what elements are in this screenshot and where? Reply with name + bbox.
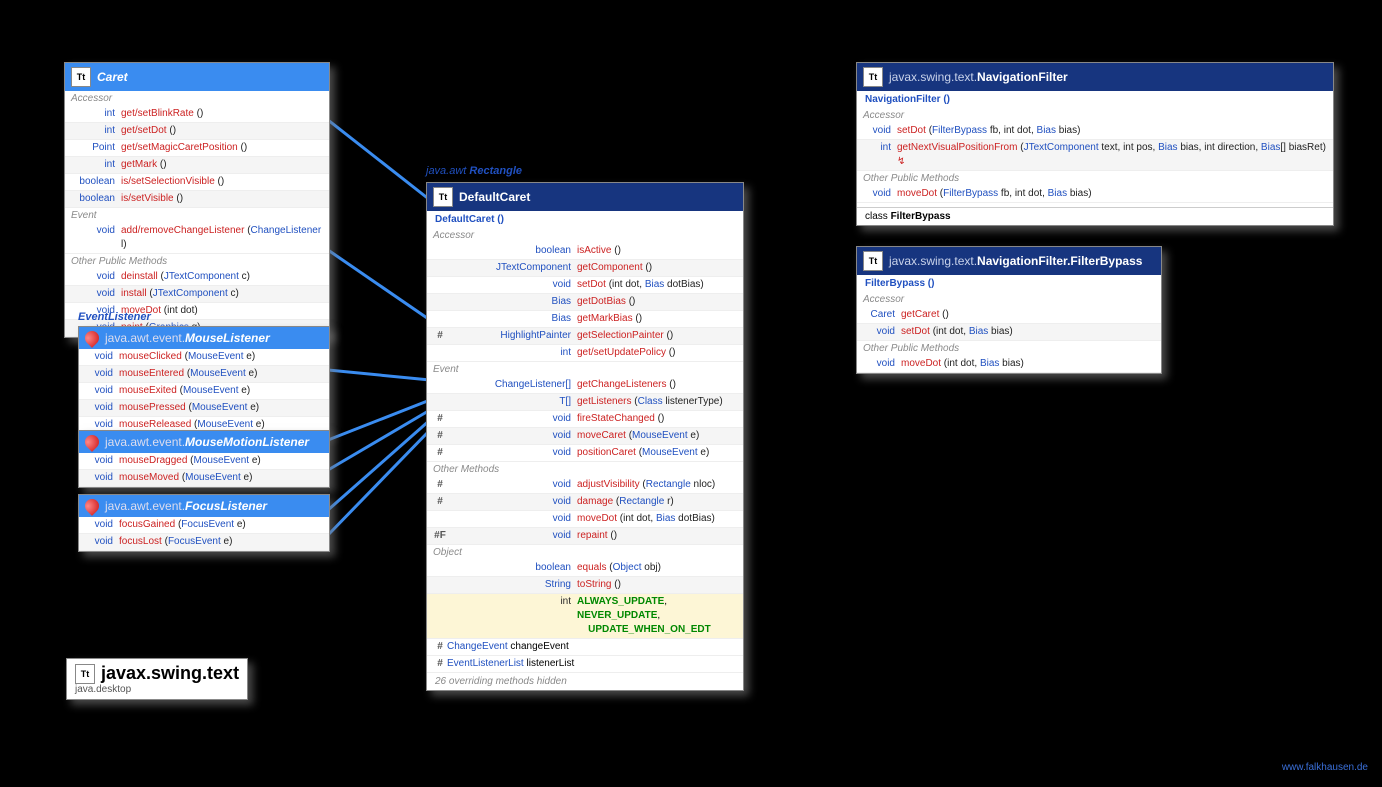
- method-row: #voidadjustVisibility (Rectangle nloc): [427, 477, 743, 494]
- method-row: booleanequals (Object obj): [427, 560, 743, 577]
- hidden-methods-note: 26 overriding methods hidden: [427, 673, 743, 690]
- method-row: voidadd/removeChangeListener (ChangeList…: [65, 223, 329, 254]
- mouselistener-box: java.awt.event.MouseListener voidmouseCl…: [78, 326, 330, 435]
- filterbypass-box: Tt javax.swing.text.NavigationFilter.Fil…: [856, 246, 1162, 374]
- method-row: intgetMark (): [65, 157, 329, 174]
- section-other: Other Public Methods: [65, 254, 329, 269]
- caret-header: Tt Caret: [65, 63, 329, 91]
- footer-link[interactable]: www.falkhausen.de: [1282, 762, 1368, 773]
- defaultcaret-constructor: DefaultCaret (): [427, 211, 743, 228]
- method-row: voidinstall (JTextComponent c): [65, 286, 329, 303]
- eventlistener-label: EventListener: [78, 311, 151, 323]
- method-row: voidfocusLost (FocusEvent e): [79, 534, 329, 551]
- method-row: StringtoString (): [427, 577, 743, 594]
- filterbypass-constructor: FilterBypass (): [857, 275, 1161, 292]
- navfilter-constructor: NavigationFilter (): [857, 91, 1333, 108]
- tt-icon: Tt: [75, 664, 95, 684]
- caret-title: Caret: [97, 70, 128, 84]
- method-row: voidmouseClicked (MouseEvent e): [79, 349, 329, 366]
- pin-icon: [82, 328, 102, 348]
- package-box: Tt javax.swing.text java.desktop: [66, 658, 248, 700]
- method-row: voidmoveDot (int dot, Bias dotBias): [427, 511, 743, 528]
- tt-icon: Tt: [863, 67, 883, 87]
- focuslistener-box: java.awt.event.FocusListener voidfocusGa…: [78, 494, 330, 552]
- inner-class-line: class FilterBypass: [857, 207, 1333, 225]
- method-row: voidmouseMoved (MouseEvent e): [79, 470, 329, 487]
- section-accessor: Accessor: [65, 91, 329, 106]
- tt-icon: Tt: [863, 251, 883, 271]
- module-name: java.desktop: [75, 684, 239, 695]
- method-row: voidmoveDot (int dot, Bias bias): [857, 356, 1161, 373]
- method-row: #voiddamage (Rectangle r): [427, 494, 743, 511]
- navfilter-header: Tt javax.swing.text.NavigationFilter: [857, 63, 1333, 91]
- method-row: BiasgetMarkBias (): [427, 311, 743, 328]
- method-row: T[]getListeners (Class listenerType): [427, 394, 743, 411]
- method-row: ChangeListener[]getChangeListeners (): [427, 377, 743, 394]
- mousemotion-box: java.awt.event.MouseMotionListener voidm…: [78, 430, 330, 488]
- method-row: booleanis/setVisible (): [65, 191, 329, 208]
- tt-icon: Tt: [433, 187, 453, 207]
- method-row: voidsetDot (FilterBypass fb, int dot, Bi…: [857, 123, 1333, 140]
- method-row: voidmouseDragged (MouseEvent e): [79, 453, 329, 470]
- method-row: #voidfireStateChanged (): [427, 411, 743, 428]
- focus-header: java.awt.event.FocusListener: [79, 495, 329, 517]
- mousemotion-header: java.awt.event.MouseMotionListener: [79, 431, 329, 453]
- field-row: #EventListenerList listenerList: [427, 656, 743, 673]
- method-row: #Fvoidrepaint (): [427, 528, 743, 545]
- method-row: intgetNextVisualPositionFrom (JTextCompo…: [857, 140, 1333, 171]
- method-row: voiddeinstall (JTextComponent c): [65, 269, 329, 286]
- defaultcaret-header: Tt DefaultCaret: [427, 183, 743, 211]
- method-row: CaretgetCaret (): [857, 307, 1161, 324]
- method-row: voidsetDot (int dot, Bias dotBias): [427, 277, 743, 294]
- method-row: voidfocusGained (FocusEvent e): [79, 517, 329, 534]
- caret-class-box: Tt Caret Accessor intget/setBlinkRate ()…: [64, 62, 330, 338]
- method-row: voidmousePressed (MouseEvent e): [79, 400, 329, 417]
- defaultcaret-box: Tt DefaultCaret DefaultCaret () Accessor…: [426, 182, 744, 691]
- method-row: voidmouseEntered (MouseEvent e): [79, 366, 329, 383]
- method-row: BiasgetDotBias (): [427, 294, 743, 311]
- method-row: voidmouseExited (MouseEvent e): [79, 383, 329, 400]
- pin-icon: [82, 432, 102, 452]
- filterbypass-header: Tt javax.swing.text.NavigationFilter.Fil…: [857, 247, 1161, 275]
- mouselistener-header: java.awt.event.MouseListener: [79, 327, 329, 349]
- navigationfilter-box: Tt javax.swing.text.NavigationFilter Nav…: [856, 62, 1334, 226]
- method-row: intget/setBlinkRate (): [65, 106, 329, 123]
- tt-icon: Tt: [71, 67, 91, 87]
- method-row: intget/setUpdatePolicy (): [427, 345, 743, 362]
- method-row: booleanisActive (): [427, 243, 743, 260]
- constants-row: int ALWAYS_UPDATE, NEVER_UPDATE, UPDATE_…: [427, 594, 743, 639]
- method-row: #voidpositionCaret (MouseEvent e): [427, 445, 743, 462]
- method-row: voidsetDot (int dot, Bias bias): [857, 324, 1161, 341]
- method-row: #voidmoveCaret (MouseEvent e): [427, 428, 743, 445]
- section-event: Event: [65, 208, 329, 223]
- pin-icon: [82, 496, 102, 516]
- method-row: voidmoveDot (FilterBypass fb, int dot, B…: [857, 186, 1333, 203]
- rectangle-label: java.awt Rectangle: [426, 165, 522, 177]
- package-name: javax.swing.text: [101, 663, 239, 684]
- method-row: Pointget/setMagicCaretPosition (): [65, 140, 329, 157]
- method-row: JTextComponentgetComponent (): [427, 260, 743, 277]
- method-row: intget/setDot (): [65, 123, 329, 140]
- field-row: #ChangeEvent changeEvent: [427, 639, 743, 656]
- method-row: #HighlightPaintergetSelectionPainter (): [427, 328, 743, 345]
- method-row: booleanis/setSelectionVisible (): [65, 174, 329, 191]
